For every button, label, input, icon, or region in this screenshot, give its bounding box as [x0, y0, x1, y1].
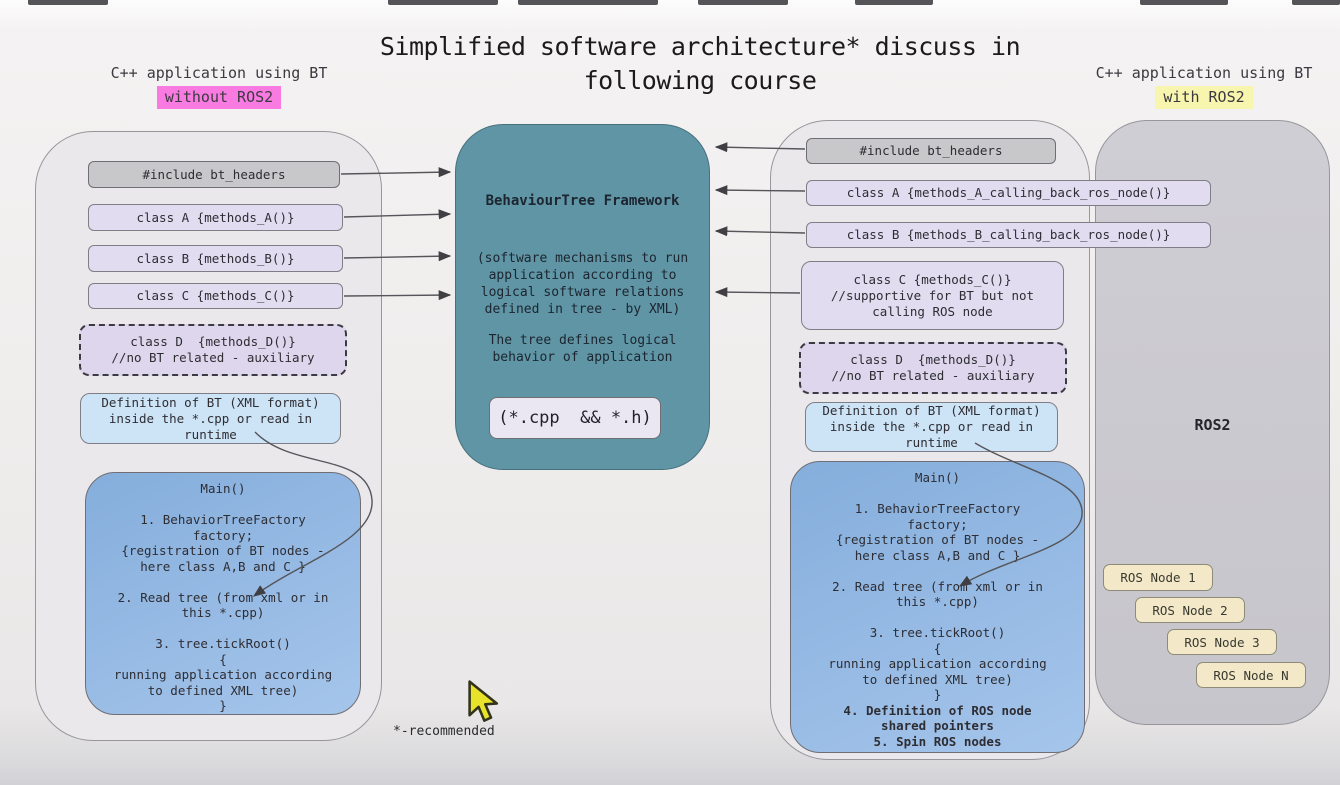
framework-description: (software mechanisms to run application …	[455, 250, 710, 318]
right-main-box: Main() 1. BehaviorTreeFactory factory; {…	[790, 461, 1085, 753]
right-include-box: #include bt_headers	[806, 138, 1056, 164]
right-class-c-box: class C {methods_C()} //supportive for B…	[801, 261, 1064, 330]
left-class-a-box: class A {methods_A()}	[88, 204, 343, 231]
right-class-d-box: class D {methods_D()} //no BT related - …	[799, 342, 1067, 394]
framework-files-box: (*.cpp && *.h)	[489, 397, 661, 439]
top-edge-mark	[518, 0, 658, 5]
top-edge-mark	[1140, 0, 1228, 5]
slide-background: Simplified software architecture* discus…	[0, 0, 1340, 785]
ros-node-3: ROS Node 3	[1167, 629, 1277, 655]
top-edge-mark	[855, 0, 933, 5]
left-main-box: Main() 1. BehaviorTreeFactory factory; {…	[85, 472, 361, 715]
left-class-c-box: class C {methods_C()}	[88, 283, 343, 309]
framework-title: BehaviourTree Framework	[455, 193, 710, 210]
right-main-box-bold-text: 4. Definition of ROS node shared pointer…	[843, 703, 1031, 750]
left-header-highlight: without ROS2	[157, 86, 281, 109]
top-edge-mark	[28, 0, 108, 5]
recommended-footnote: *-recommended	[393, 724, 495, 739]
ros-node-1: ROS Node 1	[1103, 564, 1213, 591]
left-class-b-box: class B {methods_B()}	[88, 245, 343, 272]
ros2-label: ROS2	[1095, 416, 1330, 434]
right-definition-box: Definition of BT (XML format) inside the…	[805, 402, 1058, 452]
right-class-b-box: class B {methods_B_calling_back_ros_node…	[806, 222, 1211, 248]
left-column-header: C++ application using BT without ROS2	[73, 63, 365, 109]
left-header-text: C++ application using BT	[73, 63, 365, 84]
left-definition-box: Definition of BT (XML format) inside the…	[80, 393, 341, 444]
right-main-box-text: Main() 1. BehaviorTreeFactory factory; {…	[828, 470, 1046, 703]
right-header-text: C++ application using BT	[1058, 63, 1340, 84]
ros-node-2: ROS Node 2	[1135, 597, 1245, 623]
right-class-a-box: class A {methods_A_calling_back_ros_node…	[806, 180, 1211, 206]
left-class-d-box: class D {methods_D()} //no BT related - …	[79, 324, 347, 376]
top-edge-mark	[1292, 0, 1340, 5]
slide-title: Simplified software architecture* discus…	[330, 30, 1070, 98]
left-include-box: #include bt_headers	[88, 161, 340, 188]
mouse-cursor-icon	[464, 680, 504, 728]
top-edge-mark	[698, 0, 788, 5]
right-header-highlight: with ROS2	[1155, 86, 1252, 109]
framework-note: The tree defines logical behavior of app…	[455, 332, 710, 366]
top-edge-mark	[388, 0, 498, 5]
right-column-header: C++ application using BT with ROS2	[1058, 63, 1340, 109]
ros-node-n: ROS Node N	[1196, 662, 1306, 688]
